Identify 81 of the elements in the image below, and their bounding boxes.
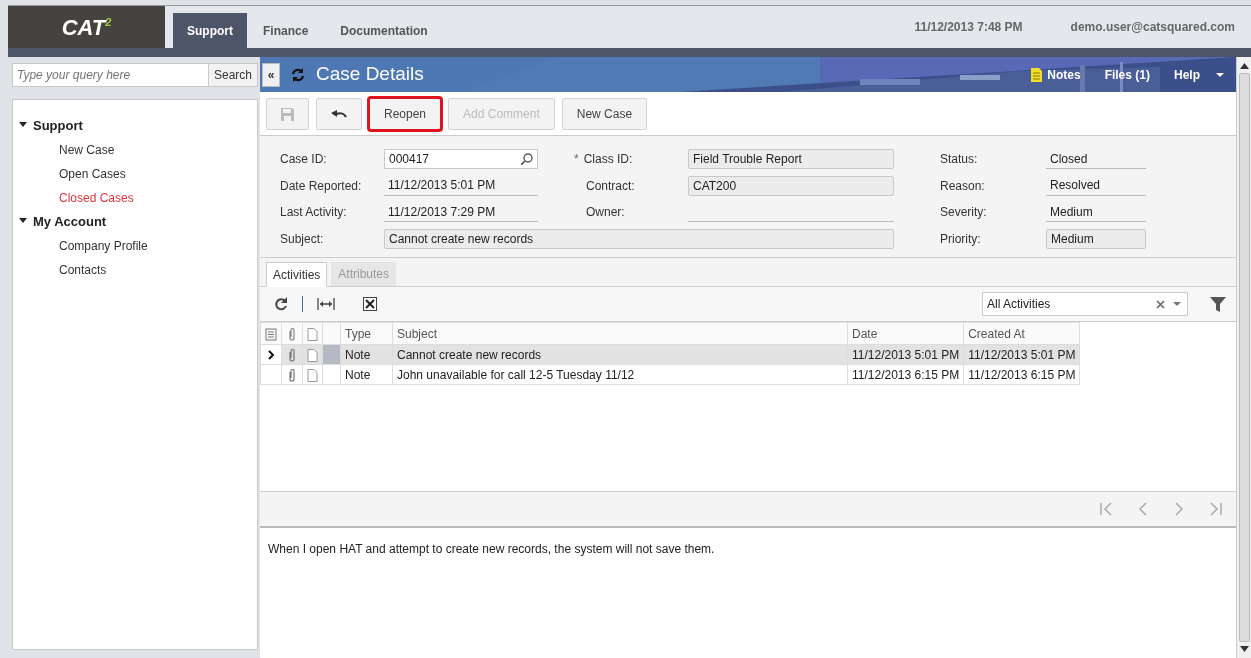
search-button[interactable]: Search <box>207 64 257 86</box>
notes-link[interactable]: Notes <box>1047 65 1081 84</box>
description-text: When I open HAT and attempt to create new records, the system will not save them. <box>268 541 716 558</box>
field-value: 11/12/2013 7:29 PM <box>384 202 538 223</box>
attachment-icon <box>286 327 298 341</box>
table-row[interactable]: Note John unavailable for call 12-5 Tuesday 11/12 11/12/2013 6:15 PM 11/12/2013 6:15 PM <box>260 364 1080 385</box>
refresh-icon[interactable] <box>274 297 288 311</box>
help-menu[interactable]: Help <box>1174 65 1200 84</box>
field-value: Medium <box>1046 202 1146 223</box>
page-title: Case Details <box>316 62 424 87</box>
field-value: 11/12/2013 5:01 PM <box>384 175 538 196</box>
required-mark: * <box>574 152 579 167</box>
table-cell: Note <box>340 364 393 385</box>
table-cell: John unavailable for call 12-5 Tuesday 11/12 <box>392 364 848 385</box>
excel-export-icon[interactable] <box>363 297 377 311</box>
column-header[interactable]: Date <box>847 322 964 345</box>
user-link[interactable]: demo.user@catsquared.com <box>1070 18 1235 36</box>
tree-item[interactable]: Open Cases <box>59 165 126 183</box>
nav-tab[interactable]: Finance <box>247 13 325 48</box>
attachment-icon[interactable] <box>286 348 298 362</box>
field-label: Priority: <box>940 230 982 248</box>
table-row[interactable]: Note Cannot create new records 11/12/2013 5:01 PM 11/12/2013 5:01 PM <box>260 344 1080 365</box>
nav-tab[interactable]: Documentation <box>324 13 444 48</box>
notes-icon <box>265 327 277 341</box>
logo: CAT$^{2}$ <box>8 6 165 48</box>
refresh-icon[interactable] <box>290 66 306 83</box>
field-label: Severity: <box>940 204 988 222</box>
document-icon[interactable] <box>307 348 318 362</box>
scroll-up-icon[interactable] <box>1239 63 1249 69</box>
input-field[interactable]: Cannot create new records <box>384 228 894 249</box>
tree-item[interactable]: Closed Cases <box>59 189 134 207</box>
tree-item[interactable]: Company Profile <box>59 237 148 255</box>
toolbar-button[interactable]: New Case <box>561 97 648 130</box>
scroll-down-icon[interactable] <box>1239 646 1249 652</box>
close-icon[interactable] <box>1156 299 1165 309</box>
field-label: Case ID: <box>280 151 328 169</box>
attachment-icon[interactable] <box>286 368 298 382</box>
column-header[interactable]: Type <box>340 322 393 345</box>
toolbar-button[interactable]: Reopen <box>369 97 442 130</box>
field-value: Resolved <box>1046 175 1146 196</box>
caret-down-icon[interactable] <box>1216 72 1224 77</box>
tree-group[interactable]: Support <box>33 116 83 136</box>
date-time: 11/12/2013 7:48 PM <box>914 19 1023 36</box>
filter-dropdown[interactable]: All Activities <box>982 292 1188 316</box>
table-cell: 11/12/2013 6:15 PM <box>847 364 964 385</box>
scrollbar[interactable] <box>1236 57 1251 658</box>
input-field[interactable]: 000417 <box>384 149 538 170</box>
tree-item[interactable]: New Case <box>59 141 115 159</box>
tree-group[interactable]: My Account <box>33 212 107 232</box>
input-field[interactable]: Medium <box>1046 228 1146 249</box>
undo-icon <box>331 109 347 120</box>
search-field[interactable]: Type your query here Search <box>12 63 258 87</box>
tab[interactable]: Activities <box>266 262 328 287</box>
table-cell: 11/12/2013 6:15 PM <box>963 364 1080 385</box>
nav-tab[interactable]: Support <box>173 13 247 48</box>
field-label: Date Reported: <box>280 177 363 195</box>
row-pointer-icon <box>267 350 275 361</box>
document-icon[interactable] <box>307 368 318 382</box>
field-label: Contract: <box>586 177 636 195</box>
field-label: Reason: <box>940 177 986 195</box>
field-value: Closed <box>1046 149 1146 170</box>
table-cell: Cannot create new records <box>392 344 848 365</box>
save-icon <box>281 107 294 121</box>
fit-columns-icon[interactable] <box>317 297 335 311</box>
tree-item[interactable]: Contacts <box>59 261 107 279</box>
search-icon[interactable] <box>521 153 533 166</box>
input-field[interactable]: CAT200 <box>688 175 894 196</box>
field-label: Class ID: <box>583 152 633 167</box>
document-icon <box>307 327 318 341</box>
field-label: Owner: <box>586 204 626 222</box>
undo-button[interactable] <box>316 97 362 130</box>
field-label: Last Activity: <box>280 204 348 222</box>
field-label: Subject: <box>280 230 325 248</box>
column-header[interactable]: Created At <box>963 322 1080 345</box>
column-header[interactable]: Subject <box>392 322 848 345</box>
input-field[interactable]: Field Trouble Report <box>688 149 894 170</box>
notes-icon[interactable] <box>1031 67 1043 82</box>
collapse-button[interactable]: « <box>262 62 280 87</box>
files-link[interactable]: Files (1) <box>1104 65 1150 84</box>
filter-icon[interactable] <box>1210 296 1226 312</box>
field-label: Status: <box>940 151 979 169</box>
